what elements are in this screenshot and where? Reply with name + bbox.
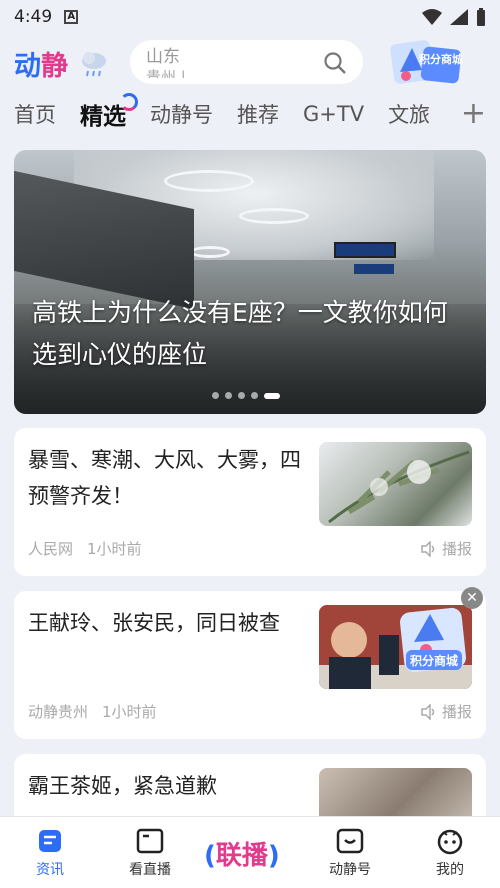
thumbnail-snow-leaves: [328, 450, 470, 524]
tab-recommend[interactable]: 推荐: [237, 99, 279, 129]
carousel-dot[interactable]: [251, 392, 258, 399]
nav-live[interactable]: 看直播: [110, 823, 190, 879]
wifi-icon: [422, 9, 442, 25]
carousel-dots: [212, 392, 280, 399]
broadcast-button[interactable]: 播报: [420, 538, 472, 559]
hero-title: 高铁上为什么没有E座？一文教你如何选到心仪的座位: [32, 298, 448, 369]
nav-label: 我的: [436, 862, 464, 878]
weather-rain-icon[interactable]: [78, 47, 110, 79]
live-tv-icon: [136, 828, 164, 854]
nav-news[interactable]: 资讯: [10, 823, 90, 879]
bottom-nav: 资讯 看直播 (联播) 动静号 我的: [0, 816, 500, 888]
mall-label: 积分商城: [419, 52, 463, 66]
channel-tabs: 首页 精选 动静号 推荐 G+TV 文旅: [0, 92, 500, 136]
tab-culture-travel[interactable]: 文旅: [388, 99, 430, 129]
broadcast-label: 播报: [441, 540, 472, 558]
news-icon: [39, 830, 61, 852]
lianbo-bracket-icon: (: [204, 841, 216, 871]
news-time: 1小时前: [102, 703, 157, 721]
carousel-dot[interactable]: [212, 392, 219, 399]
floating-points-mall-ad[interactable]: 积分商城: [396, 602, 472, 678]
news-title: 霸王茶姬，紧急道歉: [28, 774, 217, 798]
news-title: 暴雪、寒潮、大风、大雾，四预警齐发！: [28, 448, 301, 508]
news-title: 王献玲、张安民，同日被查: [28, 611, 280, 635]
carousel-dot[interactable]: [238, 392, 245, 399]
tab-home[interactable]: 首页: [14, 99, 56, 129]
nav-lianbo[interactable]: (联播): [204, 835, 280, 872]
nav-mine[interactable]: 我的: [410, 823, 490, 879]
nav-label: 动静号: [329, 862, 371, 878]
hero-image-light: [164, 170, 254, 192]
nav-label: 联播: [215, 841, 268, 871]
hero-image-light: [190, 246, 230, 258]
nav-dongjinghao[interactable]: 动静号: [310, 823, 390, 879]
nav-label: 看直播: [129, 862, 171, 878]
floating-ad-label: 积分商城: [410, 653, 458, 668]
news-time: 1小时前: [87, 540, 142, 558]
status-time: 4:49: [14, 7, 53, 27]
logo-part2: 静: [41, 50, 68, 82]
logo-part1: 动: [14, 50, 41, 82]
app-logo[interactable]: 动静: [14, 44, 68, 83]
speaker-icon: [421, 540, 435, 557]
news-card[interactable]: 暴雪、寒潮、大风、大雾，四预警齐发！ 人民网 1小时前 播报: [14, 428, 486, 576]
top-header: 动静 山东 贵州 | 积分商城: [0, 36, 500, 90]
points-mall-icon[interactable]: 积分商城: [386, 38, 464, 88]
broadcast-label: 播报: [441, 703, 472, 721]
tab-featured[interactable]: 精选: [80, 93, 138, 131]
hero-image-screen: [354, 264, 394, 274]
tab-gtv[interactable]: G+TV: [303, 102, 364, 126]
add-channel-icon[interactable]: +: [461, 96, 486, 131]
news-meta: 动静贵州 1小时前: [28, 701, 157, 722]
search-placeholder: 山东: [146, 47, 180, 67]
broadcast-button[interactable]: 播报: [420, 701, 472, 722]
hero-image-screen: [334, 242, 396, 258]
tab-dongjinghao[interactable]: 动静号: [150, 99, 213, 129]
nav-label: 资讯: [36, 862, 64, 878]
search-placeholder-line2: 贵州 |: [146, 68, 186, 78]
notification-a-icon: A: [64, 10, 79, 24]
news-thumbnail: [319, 442, 472, 526]
news-source: 人民网: [28, 540, 74, 558]
hero-image-light: [239, 208, 309, 224]
carousel-dot-active[interactable]: [264, 392, 280, 399]
carousel-dot[interactable]: [225, 392, 232, 399]
news-meta: 人民网 1小时前: [28, 538, 142, 559]
battery-icon: [477, 8, 485, 26]
smile-tv-icon: [336, 828, 364, 854]
signal-icon: [450, 9, 468, 25]
avatar-icon: [437, 829, 463, 855]
hero-banner[interactable]: 高铁上为什么没有E座？一文教你如何选到心仪的座位: [14, 150, 486, 414]
speaker-icon: [421, 703, 435, 720]
search-input[interactable]: 山东 贵州 |: [130, 40, 363, 84]
lianbo-bracket-icon: ): [267, 841, 280, 871]
search-icon[interactable]: [323, 51, 347, 75]
news-source: 动静贵州: [28, 703, 89, 721]
status-bar: 4:49 A: [0, 0, 500, 34]
